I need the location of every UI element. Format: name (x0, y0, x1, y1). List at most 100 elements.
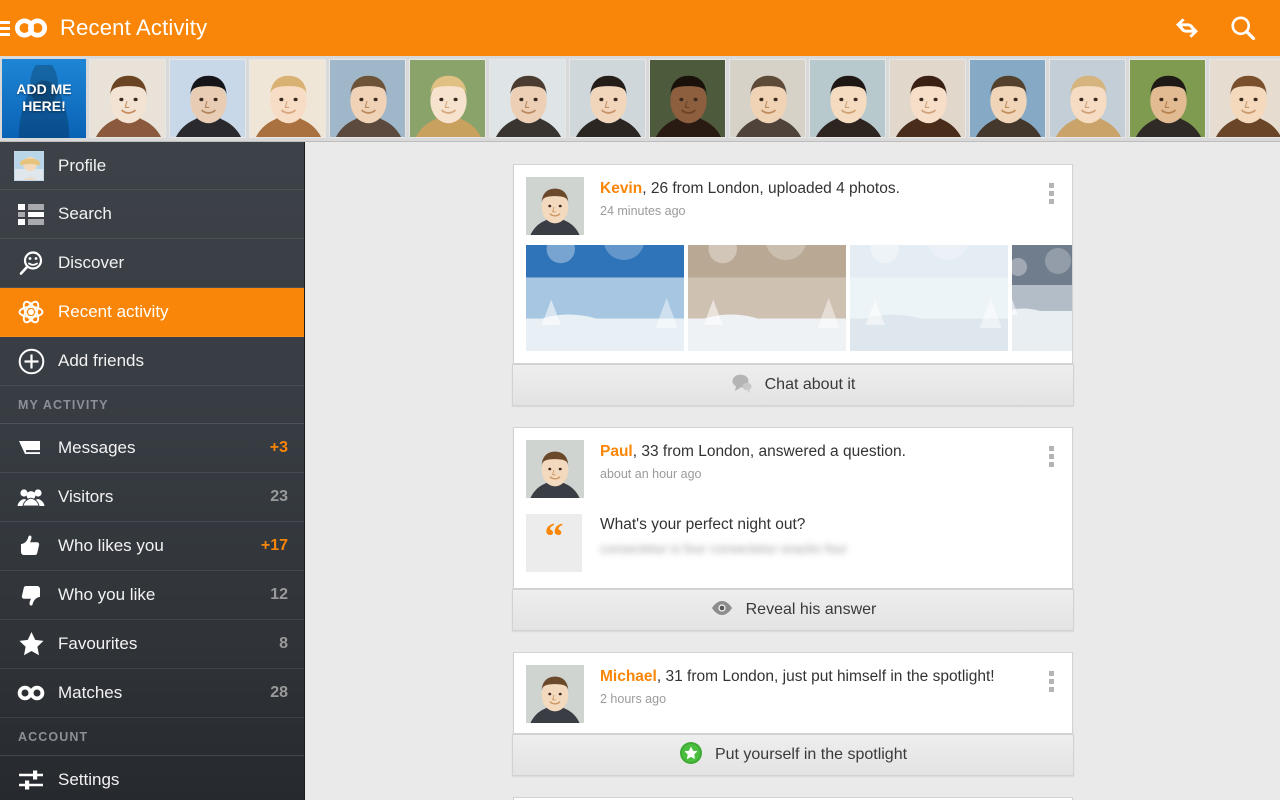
sidebar-item-messages[interactable]: Messages +3 (0, 424, 304, 473)
avatar-paul[interactable] (526, 440, 584, 498)
sidebar-item-settings[interactable]: Settings (0, 756, 304, 800)
question-text-wrap: What's your perfect night out? consectetu… (600, 514, 1060, 572)
friend-photo-tile[interactable] (809, 58, 886, 138)
activity-feed[interactable]: Kevin, 26 from London, uploaded 4 photos… (306, 142, 1280, 800)
activity-card[interactable]: Kevin, 26 from London, uploaded 4 photos… (513, 164, 1073, 364)
friend-photo-tile[interactable] (1049, 58, 1126, 138)
avatar-michael[interactable] (526, 665, 584, 723)
visitors-icon (14, 480, 48, 514)
infinity-logo-icon (14, 11, 48, 45)
sidebar-item-label: Search (58, 204, 112, 223)
photo-couple-in-snow[interactable] (688, 245, 846, 351)
photo-couple-skiing[interactable] (1012, 245, 1072, 351)
add-me-here-tile[interactable]: ADD ME HERE! (2, 58, 86, 138)
card-meta: Paul, 33 from London, answered a questio… (600, 440, 1042, 498)
photo-woman-blowing-snow[interactable] (850, 245, 1008, 351)
kebab-menu-icon[interactable] (1042, 440, 1060, 498)
sliders-icon (14, 763, 48, 797)
sidebar-navigation: Profile Search Discover Recent activity … (0, 142, 305, 800)
card-action-button[interactable]: Chat about it (512, 364, 1074, 406)
activity-card[interactable]: Paul, 33 from London, answered a questio… (513, 427, 1073, 589)
sidebar-item-profile[interactable]: Profile (0, 142, 304, 190)
sidebar-item-label: Matches (58, 683, 123, 702)
top-app-bar: Recent Activity (0, 0, 1280, 56)
sidebar-item-count: +17 (260, 537, 288, 554)
sidebar-item-label: Settings (58, 770, 120, 789)
feed-card: Kevin, 26 from London, uploaded 4 photos… (306, 142, 1280, 406)
sidebar-item-count: 12 (270, 586, 288, 603)
sidebar-item-discover[interactable]: Discover (0, 239, 304, 288)
sidebar-item-label: Discover (58, 253, 125, 272)
card-action-button[interactable]: Put yourself in the spotlight (512, 734, 1074, 776)
list-icon (14, 197, 48, 231)
card-action-label: Reveal his answer (745, 601, 877, 618)
friend-photo-tile[interactable] (969, 58, 1046, 138)
card-question-block: “ What's your perfect night out? consectet… (514, 508, 1072, 588)
sidebar-item-label: Who likes you (58, 536, 164, 555)
card-user-name[interactable]: Michael (600, 668, 657, 685)
card-action-label: Put yourself in the spotlight (714, 746, 908, 763)
atom-icon (14, 295, 48, 329)
sidebar-item-label: Who you like (58, 585, 156, 604)
profile-avatar (14, 150, 44, 181)
sidebar-item-matches[interactable]: Matches 28 (0, 669, 304, 718)
plus-circle-icon (14, 344, 48, 378)
card-user-name[interactable]: Kevin (600, 180, 642, 197)
card-timestamp: 2 hours ago (600, 692, 667, 706)
sidebar-item-search[interactable]: Search (0, 190, 304, 239)
kebab-menu-icon[interactable] (1042, 177, 1060, 235)
friend-photo-tile[interactable] (1129, 58, 1206, 138)
friend-photo-tile[interactable] (569, 58, 646, 138)
kebab-menu-icon[interactable] (1042, 665, 1060, 723)
sidebar-item-label: Messages (58, 438, 136, 457)
refresh-icon[interactable] (1172, 13, 1202, 43)
friend-photo-tile[interactable] (649, 58, 726, 138)
friend-photo-tile[interactable] (249, 58, 326, 138)
card-headline: Paul, 33 from London, answered a questio… (600, 442, 1042, 462)
card-header: Michael, 31 from London, just put himsel… (514, 653, 1072, 733)
sidebar-label-profile: Profile (58, 155, 107, 175)
feed-card: James, 35 from London, answered a questi… (306, 775, 1280, 800)
friend-photo-tile[interactable] (169, 58, 246, 138)
sidebar-item-recent-activity[interactable]: Recent activity (0, 288, 304, 337)
friend-photo-tile[interactable] (1209, 58, 1280, 138)
card-photo-row (514, 245, 1072, 363)
card-detail-text: , 26 from London, uploaded 4 photos. (642, 180, 900, 197)
chat-bubble-icon (731, 373, 753, 398)
sidebar-account-section: Settings (0, 756, 304, 800)
hamburger-menu-icon[interactable] (0, 0, 10, 56)
card-headline: Michael, 31 from London, just put himsel… (600, 667, 1042, 687)
question-title: What's your perfect night out? (600, 516, 806, 533)
activity-card[interactable]: Michael, 31 from London, just put himsel… (513, 652, 1073, 734)
sidebar-item-who-likes-you[interactable]: Who likes you +17 (0, 522, 304, 571)
card-meta: Michael, 31 from London, just put himsel… (600, 665, 1042, 723)
green-star-icon (679, 741, 703, 770)
sidebar-item-add-friends[interactable]: Add friends (0, 337, 304, 386)
friend-photo-tile[interactable] (729, 58, 806, 138)
card-detail-text: , 31 from London, just put himself in th… (656, 668, 995, 685)
photo-snow-forest-sunset[interactable] (526, 245, 684, 351)
eye-icon (710, 599, 734, 622)
message-icon (14, 431, 48, 465)
sidebar-item-count: 8 (279, 635, 288, 652)
card-user-name[interactable]: Paul (600, 443, 633, 460)
sidebar-item-favourites[interactable]: Favourites 8 (0, 620, 304, 669)
sidebar-item-label: Recent activity (58, 302, 169, 321)
search-icon[interactable] (1228, 13, 1258, 43)
friend-photo-tile[interactable] (889, 58, 966, 138)
friend-photo-tile[interactable] (329, 58, 406, 138)
card-action-button[interactable]: Reveal his answer (512, 589, 1074, 631)
avatar-kevin[interactable] (526, 177, 584, 235)
card-headline: Kevin, 26 from London, uploaded 4 photos… (600, 179, 1042, 199)
sidebar-section-my-activity: MY ACTIVITY (0, 386, 304, 424)
friend-photo-tile[interactable] (409, 58, 486, 138)
friend-photo-strip[interactable]: ADD ME HERE! (0, 56, 1280, 142)
sidebar-item-visitors[interactable]: Visitors 23 (0, 473, 304, 522)
pointer-arrow-icon (85, 85, 86, 111)
friend-photo-tile[interactable] (489, 58, 566, 138)
sidebar-section-account: ACCOUNT (0, 718, 304, 756)
friend-photo-tile[interactable] (89, 58, 166, 138)
card-timestamp: about an hour ago (600, 467, 702, 481)
card-detail-text: , 33 from London, answered a question. (632, 443, 906, 460)
sidebar-item-who-you-like[interactable]: Who you like 12 (0, 571, 304, 620)
